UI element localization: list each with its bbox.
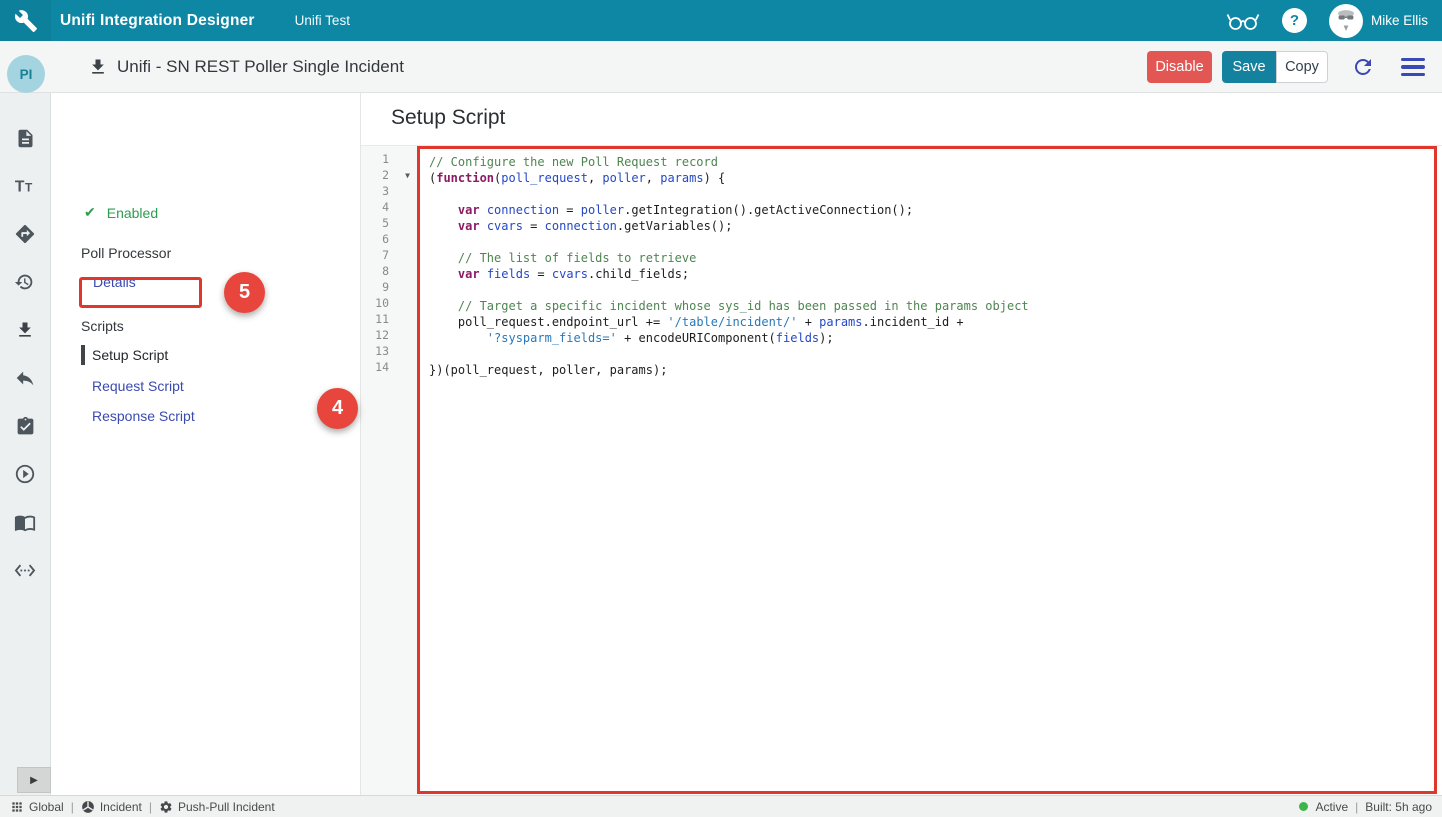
code-line: // Target a specific incident whose sys_… xyxy=(457,299,1029,313)
tasks-icon[interactable] xyxy=(14,415,36,437)
editor-gutter: 1 2 ▼ 3 4 5 6 7 8 9 10 11 12 13 14 xyxy=(361,146,417,795)
glasses-icon[interactable] xyxy=(1226,11,1260,31)
reply-icon[interactable] xyxy=(14,367,36,389)
line-number: 13 xyxy=(375,344,389,358)
user-name: Mike Ellis xyxy=(1370,13,1428,28)
incident-icon xyxy=(81,800,95,814)
separator: | xyxy=(70,799,74,814)
sidebar-collapse-button[interactable]: ▶ xyxy=(17,767,51,793)
unifi-integration-designer-window: Unifi Integration Designer Unifi Test ? … xyxy=(0,0,1442,817)
scope-item-global[interactable]: Global xyxy=(10,800,64,814)
user-menu[interactable]: Mike Ellis xyxy=(1328,3,1428,38)
line-number: 3 xyxy=(382,184,389,198)
record-title: Unifi - SN REST Poller Single Incident xyxy=(117,57,404,76)
scope-item-push-pull-incident[interactable]: Push-Pull Incident xyxy=(159,800,275,814)
line-number: 6 xyxy=(382,232,389,246)
document-icon[interactable] xyxy=(14,127,36,149)
built-status-label: Built: 5h ago xyxy=(1365,799,1432,814)
code-line: '?sysparm_fields=' + encodeURIComponent(… xyxy=(486,331,834,345)
code-line: // Configure the new Poll Request record xyxy=(429,155,718,169)
line-number: 14 xyxy=(375,360,389,374)
line-number: 5 xyxy=(382,216,389,230)
app-logo[interactable] xyxy=(0,0,51,41)
separator: | xyxy=(148,799,152,814)
nav-item-setup-script[interactable]: Setup Script xyxy=(92,347,168,363)
line-number: 2 ▼ xyxy=(382,168,410,184)
help-icon[interactable]: ? xyxy=(1281,8,1307,33)
poll-processor-heading: Poll Processor xyxy=(81,245,172,261)
hamburger-menu-icon[interactable] xyxy=(1400,54,1426,80)
active-item-marker xyxy=(81,345,85,365)
grid-icon xyxy=(10,800,24,814)
run-icon[interactable] xyxy=(14,463,36,485)
line-number: 7 xyxy=(382,248,389,262)
enabled-status[interactable]: ✔ Enabled xyxy=(84,204,158,221)
disable-button[interactable]: Disable xyxy=(1147,51,1212,83)
scope-item-label: Incident xyxy=(99,799,142,814)
line-number: 4 xyxy=(382,200,389,214)
integration-icon[interactable] xyxy=(14,223,36,245)
left-icon-sidebar: TT ▶ xyxy=(0,93,51,795)
svg-text:T: T xyxy=(25,181,33,195)
line-number: 11 xyxy=(375,312,389,326)
wrench-icon xyxy=(14,9,38,33)
annotation-badge-4: 4 xyxy=(317,388,358,429)
download-icon[interactable] xyxy=(88,57,108,77)
app-header: Unifi Integration Designer Unifi Test ? … xyxy=(0,0,1442,41)
nav-item-response-script[interactable]: Response Script xyxy=(92,408,195,424)
integration-avatar[interactable]: PI xyxy=(7,55,45,93)
nav-panel: ✔ Enabled Poll Processor Details Scripts… xyxy=(51,93,361,795)
code-line: (function(poll_request, poller, params) … xyxy=(429,171,726,185)
code-line: poll_request.endpoint_url += '/table/inc… xyxy=(429,315,964,329)
annotation-box-request-script xyxy=(79,277,202,308)
enabled-label: Enabled xyxy=(106,204,159,221)
line-number: 9 xyxy=(382,280,389,294)
fold-toggle-icon[interactable]: ▼ xyxy=(405,168,410,184)
status-bar: Global | Incident | Push-Pull Incident Activ… xyxy=(0,795,1442,817)
copy-button[interactable]: Copy xyxy=(1276,51,1328,83)
scope-item-label: Push-Pull Incident xyxy=(177,799,275,814)
page-title: Setup Script xyxy=(391,106,506,129)
history-icon[interactable] xyxy=(14,271,36,293)
code-line: var fields = cvars.child_fields; xyxy=(457,267,690,281)
active-status-label: Active xyxy=(1315,799,1349,814)
gear-icon xyxy=(159,800,173,814)
app-title: Unifi Integration Designer xyxy=(60,11,255,29)
line-number: 12 xyxy=(375,328,389,342)
line-number: 1 xyxy=(382,152,389,166)
check-icon: ✔ xyxy=(84,204,96,220)
user-avatar xyxy=(1328,3,1363,38)
refresh-icon[interactable] xyxy=(1350,54,1376,80)
text-format-icon[interactable]: TT xyxy=(14,175,36,197)
documentation-icon[interactable] xyxy=(14,511,36,533)
annotation-badge-5: 5 xyxy=(224,272,265,313)
line-number: 8 xyxy=(382,264,389,278)
scripts-heading: Scripts xyxy=(81,318,124,334)
scope-item-label: Global xyxy=(29,799,64,814)
code-icon[interactable] xyxy=(14,559,36,581)
download-icon[interactable] xyxy=(14,319,36,341)
line-number: 10 xyxy=(375,296,389,310)
environment-name: Unifi Test xyxy=(294,13,350,28)
save-button[interactable]: Save xyxy=(1222,51,1276,83)
svg-text:T: T xyxy=(15,179,25,196)
scope-item-incident[interactable]: Incident xyxy=(81,800,142,814)
separator: | xyxy=(1355,799,1359,814)
nav-item-request-script[interactable]: Request Script xyxy=(92,378,184,394)
code-line: })(poll_request, poller, params); xyxy=(429,363,668,377)
code-line: var cvars = connection.getVariables(); xyxy=(457,219,733,233)
code-line: var connection = poller.getIntegration()… xyxy=(457,203,914,217)
code-editor[interactable]: // Configure the new Poll Request record… xyxy=(417,146,1437,794)
code-line: // The list of fields to retrieve xyxy=(457,251,697,265)
active-status-dot xyxy=(1299,802,1309,811)
